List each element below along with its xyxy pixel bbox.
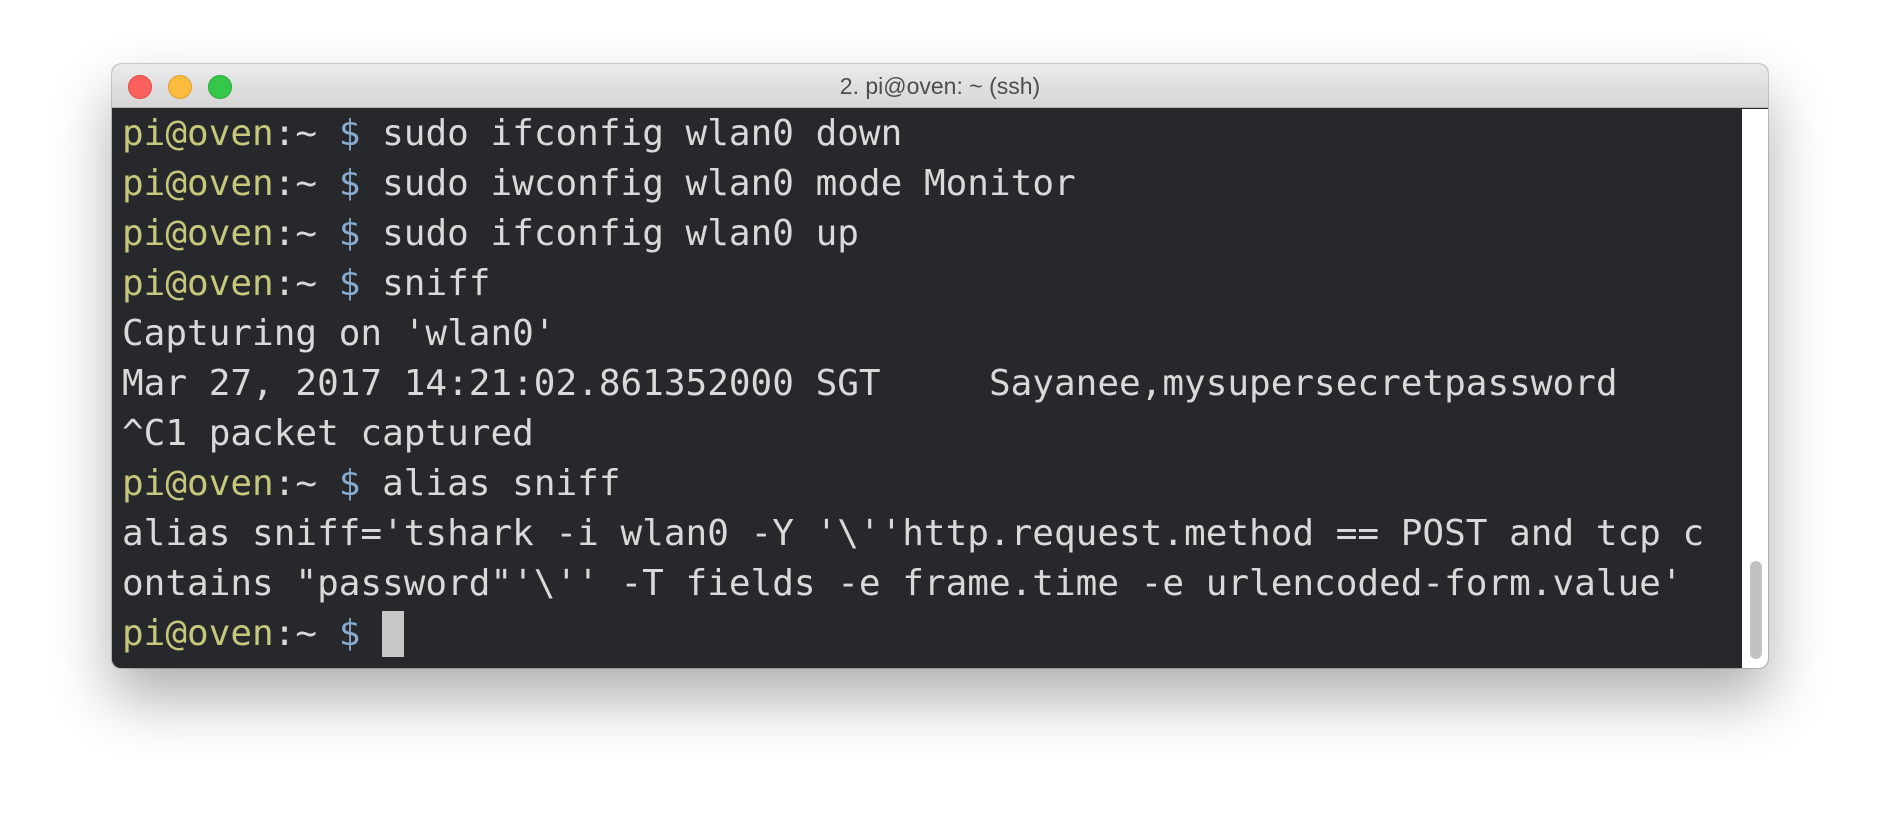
prompt-symbol: $ (338, 113, 383, 154)
output-text: ^C1 packet captured (122, 413, 534, 454)
output-line: ontains "password"'\'' -T fields -e fram… (122, 559, 1742, 609)
output-line: alias sniff='tshark -i wlan0 -Y '\''http… (122, 509, 1742, 559)
prompt-symbol: $ (338, 463, 383, 504)
prompt-symbol: $ (338, 213, 383, 254)
prompt-user-host: pi@oven (122, 113, 274, 154)
terminal-output[interactable]: pi@oven:~ $ sudo ifconfig wlan0 down pi@o… (122, 109, 1742, 665)
prompt-symbol: $ (338, 263, 383, 304)
output-text: ontains "password"'\'' -T fields -e fram… (122, 563, 1683, 604)
prompt-user-host: pi@oven (122, 163, 274, 204)
prompt-symbol: $ (338, 613, 383, 654)
command-text: sniff (382, 263, 491, 304)
command-text: sudo ifconfig wlan0 up (382, 213, 859, 254)
title-bar[interactable]: 2. pi@oven: ~ (ssh) (112, 64, 1768, 108)
command-text: alias sniff (382, 463, 621, 504)
prompt-user-host: pi@oven (122, 463, 274, 504)
prompt-line: pi@oven:~ $ sudo ifconfig wlan0 down (122, 109, 1742, 159)
terminal-window: 2. pi@oven: ~ (ssh) pi@oven:~ $ sudo ifc… (112, 64, 1768, 668)
command-text: sudo iwconfig wlan0 mode Monitor (382, 163, 1076, 204)
prompt-path: :~ (273, 613, 339, 654)
output-text: alias sniff='tshark -i wlan0 -Y '\''http… (122, 513, 1705, 554)
output-line: Capturing on 'wlan0' (122, 309, 1742, 359)
prompt-user-host: pi@oven (122, 213, 274, 254)
scrollbar[interactable] (1742, 109, 1768, 668)
prompt-symbol: $ (338, 163, 383, 204)
prompt-path: :~ (273, 163, 339, 204)
output-text: Capturing on 'wlan0' (122, 313, 556, 354)
prompt-path: :~ (273, 463, 339, 504)
command-text: sudo ifconfig wlan0 down (382, 113, 903, 154)
prompt-line: pi@oven:~ $ (122, 609, 1742, 659)
prompt-user-host: pi@oven (122, 263, 274, 304)
prompt-path: :~ (273, 213, 339, 254)
prompt-path: :~ (273, 263, 339, 304)
output-line: Mar 27, 2017 14:21:02.861352000 SGT Saya… (122, 359, 1742, 409)
prompt-line: pi@oven:~ $ sudo iwconfig wlan0 mode Mon… (122, 159, 1742, 209)
output-text: Mar 27, 2017 14:21:02.861352000 SGT Saya… (122, 363, 1618, 404)
prompt-line: pi@oven:~ $ sudo ifconfig wlan0 up (122, 209, 1742, 259)
scrollbar-thumb[interactable] (1750, 561, 1762, 659)
prompt-path: :~ (273, 113, 339, 154)
prompt-line: pi@oven:~ $ sniff (122, 259, 1742, 309)
text-cursor (382, 611, 405, 657)
prompt-line: pi@oven:~ $ alias sniff (122, 459, 1742, 509)
window-title: 2. pi@oven: ~ (ssh) (839, 73, 1041, 99)
output-line: ^C1 packet captured (122, 409, 1742, 459)
prompt-user-host: pi@oven (122, 613, 274, 654)
